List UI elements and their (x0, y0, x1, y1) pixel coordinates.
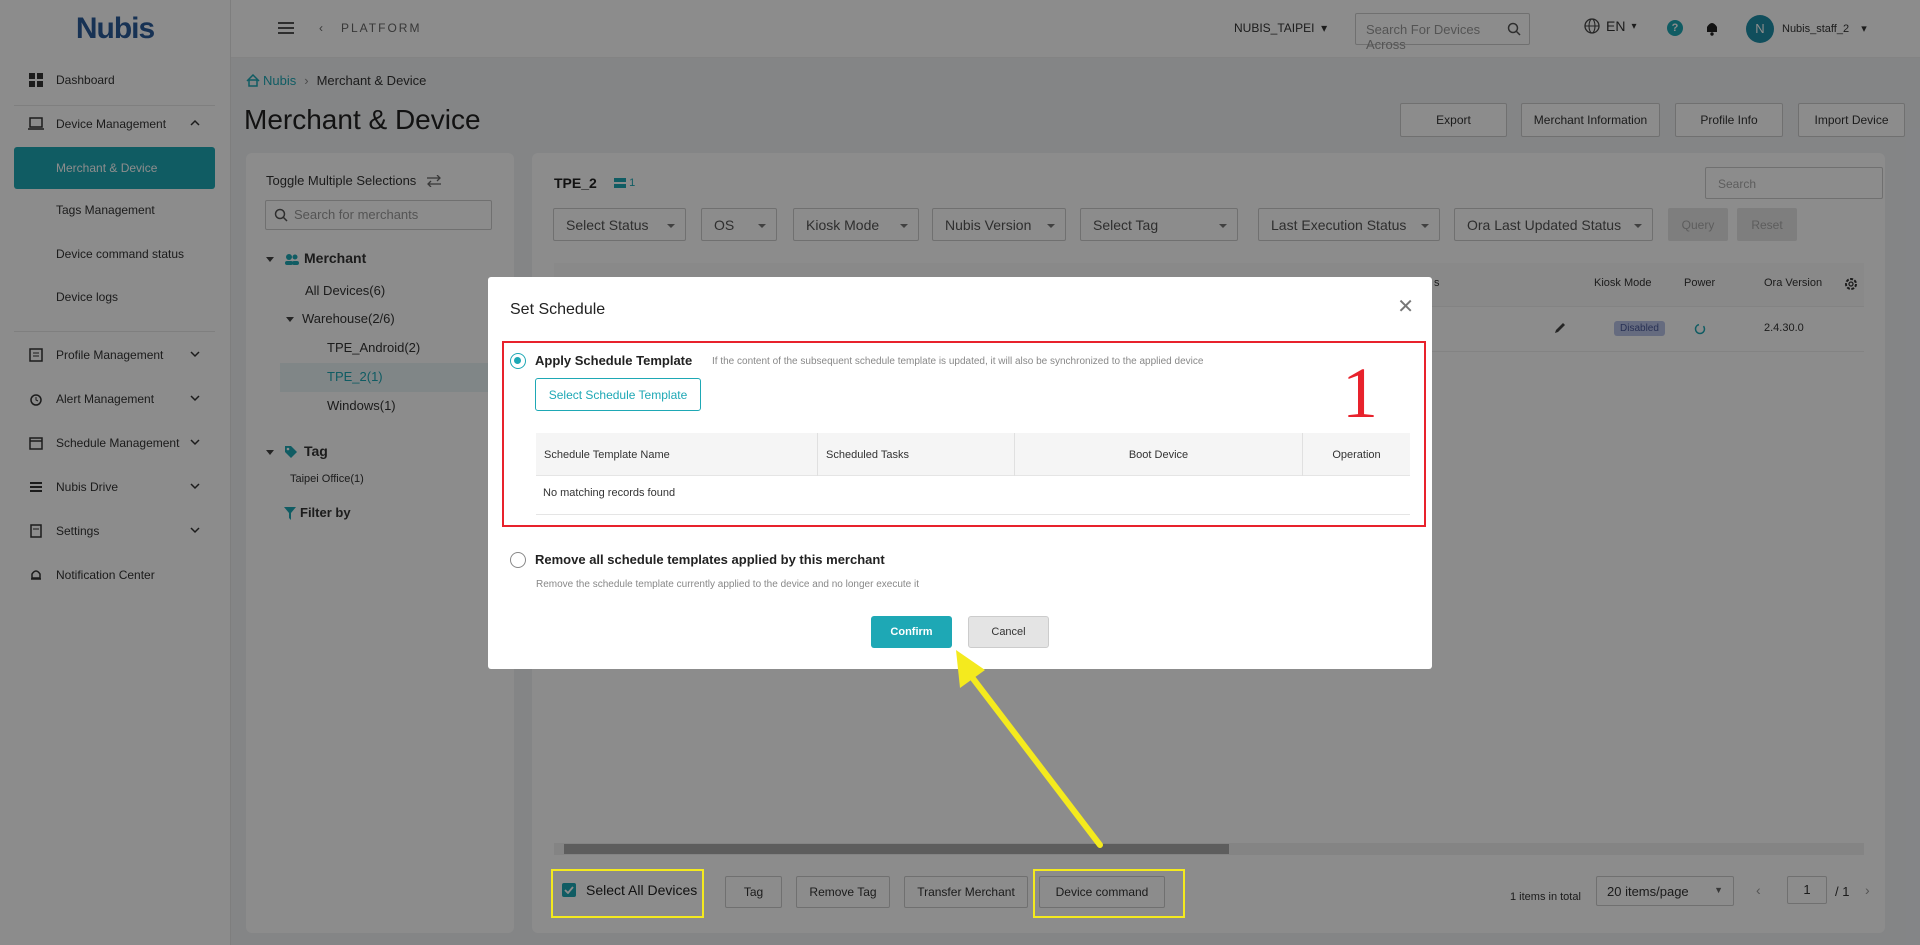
remove-templates-radio[interactable] (510, 552, 526, 568)
remove-templates-label[interactable]: Remove all schedule templates applied by… (535, 552, 885, 567)
set-schedule-modal: Set Schedule ✕ Apply Schedule Template I… (488, 277, 1432, 669)
select-schedule-template-button[interactable]: Select Schedule Template (535, 378, 701, 411)
column-header: Schedule Template Name (536, 433, 818, 476)
confirm-button[interactable]: Confirm (871, 616, 952, 648)
annotation-highlight-select-all (551, 869, 704, 918)
column-header: Boot Device (1015, 433, 1303, 476)
apply-template-description: If the content of the subsequent schedul… (712, 356, 1204, 367)
remove-templates-description: Remove the schedule template currently a… (536, 579, 920, 590)
column-header: Operation (1332, 448, 1381, 461)
apply-template-radio[interactable] (510, 353, 526, 369)
apply-template-label[interactable]: Apply Schedule Template (535, 353, 692, 368)
cancel-button[interactable]: Cancel (968, 616, 1049, 648)
table-bottom-border (536, 514, 1410, 515)
column-header: Scheduled Tasks (818, 433, 1015, 476)
empty-table-message: No matching records found (543, 487, 676, 499)
close-icon[interactable]: ✕ (1397, 294, 1414, 319)
annotation-highlight-device-command (1033, 869, 1185, 918)
annotation-number: 1 (1342, 353, 1378, 433)
schedule-template-table-header: Schedule Template Name Scheduled Tasks B… (536, 433, 1410, 476)
modal-title: Set Schedule (510, 301, 606, 318)
